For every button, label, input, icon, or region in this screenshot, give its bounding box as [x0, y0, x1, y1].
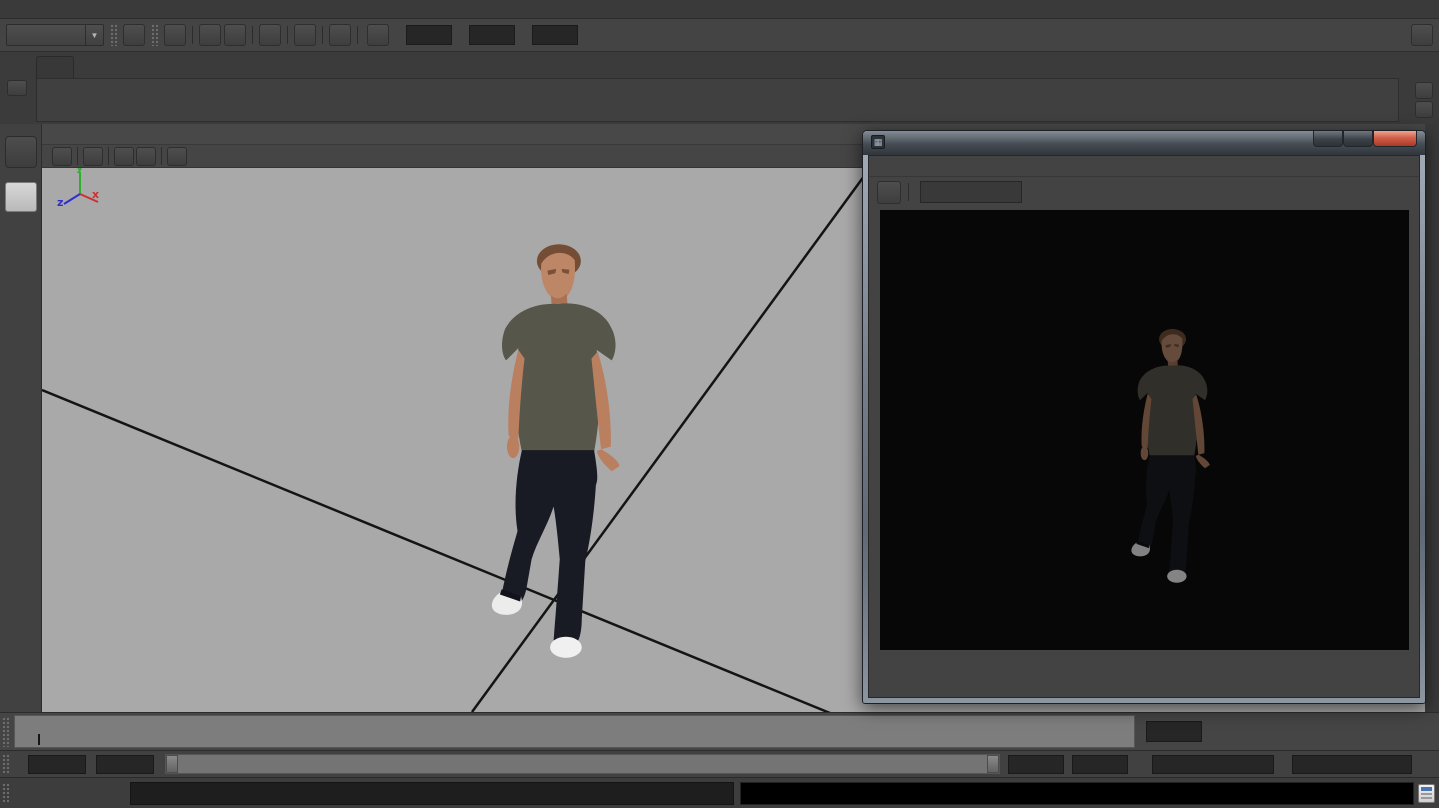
shelf-tab[interactable] — [36, 56, 74, 78]
main-menu-bar — [0, 0, 1439, 19]
rendered-image[interactable] — [880, 210, 1409, 650]
render-view-app-icon: ▦ — [871, 135, 885, 149]
group-grip[interactable] — [110, 24, 117, 46]
timeline-frame-cell[interactable] — [15, 716, 62, 747]
playback-range-bar[interactable] — [165, 754, 1000, 774]
range-start-handle[interactable] — [166, 755, 178, 773]
command-feedback-field[interactable] — [740, 782, 1414, 805]
separator — [357, 26, 358, 44]
playback-end-field[interactable] — [1008, 755, 1064, 774]
script-editor-icon[interactable] — [1418, 784, 1435, 803]
current-time-field[interactable] — [1146, 721, 1202, 742]
close-button[interactable] — [1373, 131, 1417, 147]
shelf-scroll-up-button[interactable] — [1415, 82, 1433, 99]
menu-set-selector[interactable]: ▼ — [6, 24, 104, 46]
render-info-line-2 — [869, 668, 1419, 684]
main-workspace: y x z ▦ — [0, 124, 1439, 712]
separator — [322, 26, 323, 44]
shelf-icon-row — [36, 78, 1399, 122]
axis-z-label: z — [57, 196, 63, 209]
chevron-down-icon: ▼ — [85, 25, 103, 45]
animation-start-field[interactable] — [28, 755, 86, 774]
y-coordinate-field[interactable] — [469, 25, 515, 45]
separator — [287, 26, 288, 44]
range-slider — [0, 750, 1439, 777]
rendered-image-canvas — [880, 210, 1409, 650]
render-view-toolbar — [869, 177, 1419, 207]
current-renderer-box[interactable] — [920, 181, 1022, 203]
separator — [108, 147, 109, 165]
command-line — [0, 777, 1439, 808]
separator — [77, 147, 78, 165]
group-grip[interactable] — [151, 24, 158, 46]
anim-layer-field[interactable] — [1152, 755, 1274, 774]
minimize-button[interactable] — [1313, 131, 1343, 147]
time-slider — [0, 712, 1439, 750]
timeline-grip[interactable] — [2, 717, 10, 747]
field-entry-mode-icon[interactable] — [367, 24, 389, 46]
z-coordinate-field[interactable] — [532, 25, 578, 45]
axis-y-label: y — [76, 168, 83, 174]
render-view-menu-bar — [869, 156, 1419, 177]
command-line-grip[interactable] — [2, 783, 10, 803]
separator — [252, 26, 253, 44]
render-info-line-1 — [869, 652, 1419, 668]
separator — [192, 26, 193, 44]
playback-start-field[interactable] — [96, 755, 154, 774]
render-view-window: ▦ — [862, 130, 1426, 704]
character-set-field[interactable] — [1292, 755, 1412, 774]
toolbox — [0, 124, 42, 712]
maya-application: ▼ — [0, 0, 1439, 808]
pause-ipr-button[interactable] — [1030, 181, 1054, 204]
mel-input-field[interactable] — [130, 782, 734, 805]
status-line: ▼ — [0, 19, 1439, 52]
maximize-button[interactable] — [1343, 131, 1373, 147]
render-view-titlebar[interactable]: ▦ — [863, 131, 1425, 155]
shelf — [0, 52, 1439, 124]
shelf-tabs — [36, 56, 1399, 78]
separator — [161, 147, 162, 165]
shelf-scroll-down-button[interactable] — [1415, 101, 1433, 118]
range-slider-grip[interactable] — [2, 754, 10, 774]
separator — [908, 183, 909, 201]
animation-end-field[interactable] — [1072, 755, 1128, 774]
x-coordinate-field[interactable] — [406, 25, 452, 45]
range-end-handle[interactable] — [987, 755, 999, 773]
timeline-ruler[interactable] — [14, 715, 1135, 748]
playback-controls — [1210, 719, 1234, 743]
axis-x-label: x — [92, 188, 99, 201]
shelf-trash-icon[interactable] — [1411, 56, 1431, 76]
render-view-body — [868, 155, 1420, 698]
